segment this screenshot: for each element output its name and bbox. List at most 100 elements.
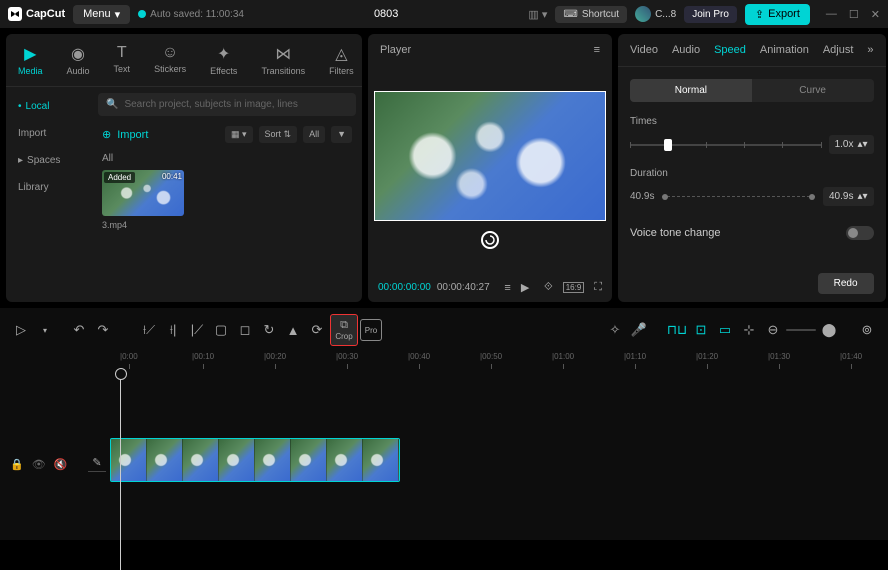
reverse-tool[interactable]: ↻ [258, 319, 280, 341]
prop-tab-animation[interactable]: Animation [760, 44, 809, 56]
scale-icon[interactable]: ⟐ [544, 281, 553, 294]
duration-slider[interactable] [662, 196, 815, 197]
shortcut-button[interactable]: ⌨ Shortcut [555, 6, 627, 23]
frame-tool[interactable]: ◻ [234, 319, 256, 341]
timecode-total: 00:00:40:27 [437, 282, 490, 293]
titlebar: CapCut Menu ▾ Auto saved: 11:00:34 0803 … [0, 0, 888, 28]
tab-label: Audio [67, 66, 90, 76]
align-tool[interactable]: ⊹ [738, 319, 760, 341]
play-button[interactable]: ▶ [521, 281, 529, 294]
join-pro-button[interactable]: Join Pro [684, 6, 737, 23]
times-value[interactable]: 1.0x▴▾ [829, 135, 874, 154]
fullscreen-icon[interactable]: ⛶ [594, 281, 602, 294]
list-icon[interactable]: ≡ [504, 282, 510, 294]
timeline-clip[interactable]: 1.00x [110, 438, 400, 482]
zoom-in[interactable]: ⬤ [818, 319, 840, 341]
sidebar-item-local[interactable]: Local [6, 93, 92, 120]
prop-tab-video[interactable]: Video [630, 44, 658, 56]
import-button[interactable]: ⊕ Import [102, 128, 148, 141]
playhead[interactable] [120, 370, 121, 570]
mode-curve[interactable]: Curve [752, 79, 874, 102]
mode-normal[interactable]: Normal [630, 79, 752, 102]
zoom-slider[interactable] [786, 329, 816, 331]
close-icon[interactable]: ✕ [871, 8, 880, 21]
tab-transitions[interactable]: ⋈Transitions [255, 40, 311, 80]
magic-tool[interactable]: ✧ [604, 319, 626, 341]
tab-effects[interactable]: ✦Effects [204, 40, 243, 80]
sidebar-item-spaces[interactable]: ▸ Spaces [6, 147, 92, 174]
duration-value[interactable]: 40.9s▴▾ [823, 187, 874, 206]
corner-handle[interactable] [598, 91, 606, 99]
redo-button[interactable]: ↷ [92, 319, 114, 341]
prop-tab-speed[interactable]: Speed [714, 44, 746, 56]
layout-icon[interactable]: ▥ ▾ [528, 8, 547, 21]
corner-handle[interactable] [374, 213, 382, 221]
voice-tone-switch[interactable] [846, 226, 874, 240]
filter-all-button[interactable]: All [303, 126, 325, 143]
media-body: Local Import ▸ Spaces Library 🔍 Search p… [6, 87, 362, 302]
times-slider[interactable] [630, 144, 821, 146]
tab-text[interactable]: TText [108, 40, 137, 80]
grid-view-button[interactable]: ▦ ▾ [225, 126, 253, 143]
mic-tool[interactable]: 🎤 [628, 319, 650, 341]
zoom-out[interactable]: ⊖ [762, 319, 784, 341]
corner-handle[interactable] [374, 91, 382, 99]
pointer-tool[interactable]: ▷ [10, 319, 32, 341]
clip-thumbnail[interactable]: Added 00:41 [102, 170, 184, 216]
timeline-body[interactable]: 🔒 👁 🔇 ✎ 1.00x [0, 370, 888, 540]
tab-label: Stickers [154, 64, 186, 74]
filters-icon: ◬ [335, 44, 347, 64]
fit-tool[interactable]: ⊚ [856, 319, 878, 341]
link-tool[interactable]: ⊡ [690, 319, 712, 341]
visibility-icon[interactable]: 👁 [32, 458, 46, 471]
timeline-ruler[interactable]: |0:00 |00:10 |00:20 |00:30 |00:40 |00:50… [0, 352, 888, 370]
clip-name: 3.mp4 [98, 216, 356, 234]
smart-tool[interactable]: Pro [360, 319, 382, 341]
player-menu-icon[interactable]: ≡ [594, 44, 600, 56]
media-sidebar: Local Import ▸ Spaces Library [6, 87, 92, 302]
undo-button[interactable]: ↶ [68, 319, 90, 341]
redo-button[interactable]: Redo [818, 273, 874, 294]
slider-thumb[interactable] [664, 139, 672, 151]
sort-button[interactable]: Sort ⇅ [259, 126, 298, 143]
split-tool[interactable]: ⟊⟋ [138, 319, 160, 341]
video-preview[interactable] [374, 91, 606, 221]
track-edit-icon[interactable]: ✎ [88, 454, 106, 472]
filter-icon-button[interactable]: ▼ [331, 126, 352, 143]
menu-button[interactable]: Menu ▾ [73, 5, 130, 24]
mute-icon[interactable]: 🔇 [54, 458, 68, 471]
maximize-icon[interactable]: ☐ [849, 8, 859, 21]
spinner-icon[interactable]: ▴▾ [857, 139, 867, 150]
player-panel: Player ≡ 00:00:00:00 00:00:40:27 ≡ ▶ [368, 34, 612, 302]
user-badge[interactable]: C...8 [635, 6, 676, 22]
preview-tool[interactable]: ▭ [714, 319, 736, 341]
search-input[interactable]: 🔍 Search project, subjects in image, lin… [98, 93, 356, 116]
sidebar-item-library[interactable]: Library [6, 174, 92, 201]
minimize-icon[interactable]: — [826, 8, 837, 21]
split-right-tool[interactable]: |⟋ [186, 319, 208, 341]
snap-tool[interactable]: ⊓⊔ [666, 319, 688, 341]
mirror-tool[interactable]: ▲ [282, 319, 304, 341]
sidebar-item-import[interactable]: Import [6, 120, 92, 147]
split-left-tool[interactable]: ⟊| [162, 319, 184, 341]
crop-tool[interactable]: ⧉ Crop [330, 314, 358, 346]
prop-tab-audio[interactable]: Audio [672, 44, 700, 56]
export-button[interactable]: ⇪ Export [745, 4, 810, 25]
lock-icon[interactable]: 🔒 [10, 458, 24, 471]
more-tabs-icon[interactable]: » [867, 44, 873, 56]
pointer-dropdown[interactable]: ▾ [34, 319, 56, 341]
ruler-mark: |01:40 [840, 352, 862, 361]
spinner-icon[interactable]: ▴▾ [857, 191, 867, 202]
media-clip[interactable]: Added 00:41 3.mp4 [98, 170, 356, 234]
tab-filters[interactable]: ◬Filters [323, 40, 360, 80]
corner-handle[interactable] [598, 213, 606, 221]
rotate-tool[interactable]: ⟳ [306, 319, 328, 341]
plus-icon: ⊕ [102, 128, 111, 141]
tab-media[interactable]: ▶Media [12, 40, 49, 80]
tab-audio[interactable]: ◉Audio [61, 40, 96, 80]
tab-stickers[interactable]: ☺Stickers [148, 40, 192, 80]
delete-tool[interactable]: ▢ [210, 319, 232, 341]
chevron-down-icon: ▾ [115, 8, 121, 21]
prop-tab-adjust[interactable]: Adjust [823, 44, 854, 56]
ratio-icon[interactable]: 16:9 [563, 282, 585, 293]
